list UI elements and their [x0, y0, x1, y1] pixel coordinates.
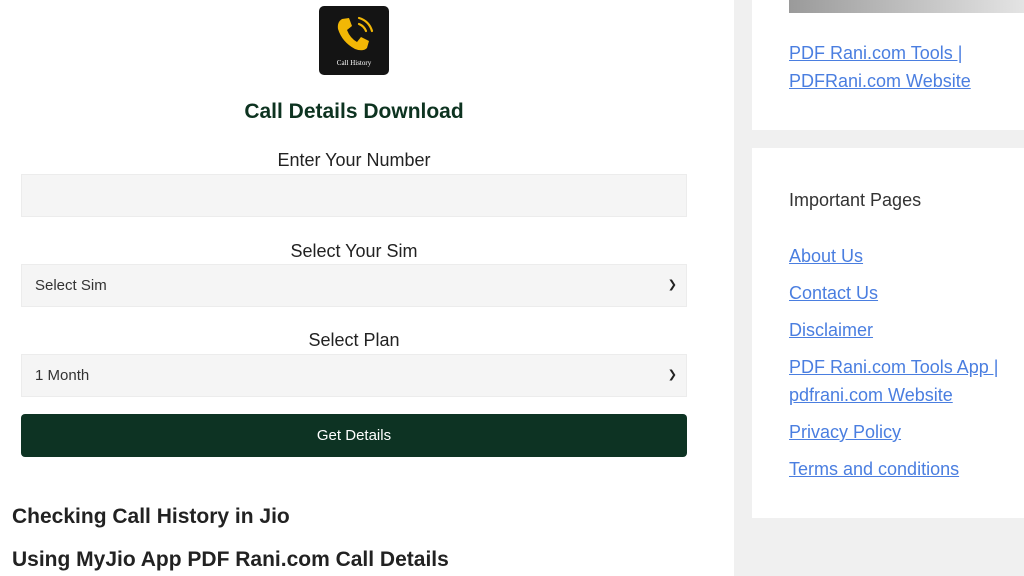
sidebar-link-pdfrani-app[interactable]: PDF Rani.com Tools App | pdfrani.com Web… [789, 353, 1014, 409]
logo-text: Call History [336, 59, 372, 67]
phone-handset-icon [337, 16, 374, 51]
sidebar-link-disclaimer[interactable]: Disclaimer [789, 316, 1014, 344]
sim-label: Select Your Sim [290, 241, 418, 261]
sidebar-link-about-us[interactable]: About Us [789, 242, 1014, 270]
number-input[interactable] [21, 174, 687, 217]
sidebar-link-pdfrani-tools[interactable]: PDF Rani.com Tools | PDFRani.com Website [789, 39, 1014, 95]
get-details-button[interactable]: Get Details [21, 414, 687, 457]
plan-select[interactable]: 1 Month ❯ [21, 354, 687, 397]
main-content: Call History Call Details Download Enter… [0, 0, 734, 576]
widget-title: Important Pages [789, 190, 922, 210]
plan-label: Select Plan [308, 330, 400, 350]
article-heading-myjio: Using MyJio App PDF Rani.com Call Detail… [12, 548, 449, 571]
article-heading-jio: Checking Call History in Jio [12, 505, 290, 528]
chevron-down-icon: ❯ [667, 369, 677, 381]
form-title: Call Details Download [244, 100, 464, 123]
chevron-down-icon: ❯ [667, 279, 677, 291]
sidebar-link-terms[interactable]: Terms and conditions [789, 455, 1014, 483]
sidebar-link-contact-us[interactable]: Contact Us [789, 279, 1014, 307]
sim-select[interactable]: Select Sim ❯ [21, 264, 687, 307]
call-history-logo: Call History [319, 6, 389, 75]
number-label: Enter Your Number [277, 150, 431, 170]
sim-selected-value: Select Sim [35, 277, 107, 294]
plan-selected-value: 1 Month [35, 367, 90, 384]
sidebar-link-privacy-policy[interactable]: Privacy Policy [789, 418, 1014, 446]
sidebar-banner-image [789, 0, 1024, 13]
